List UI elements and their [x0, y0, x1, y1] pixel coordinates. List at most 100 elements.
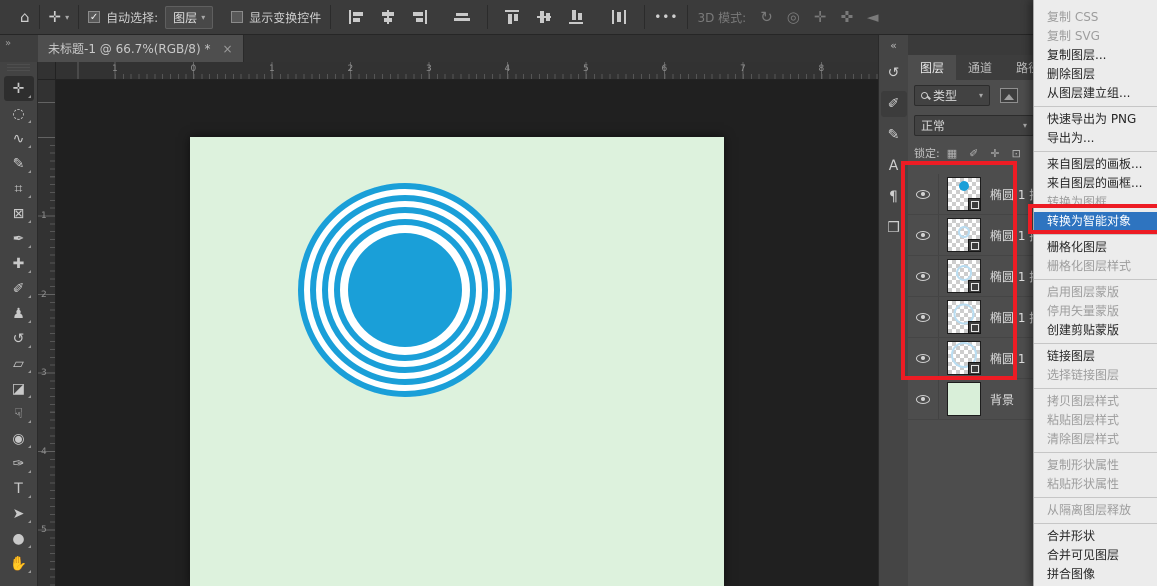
- close-tab-icon[interactable]: ×: [222, 42, 232, 56]
- layer-thumbnail[interactable]: [947, 300, 981, 334]
- lasso-tool[interactable]: ∿: [4, 126, 34, 151]
- path-selection-tool[interactable]: ➤: [4, 501, 34, 526]
- menu-item[interactable]: 来自图层的画框...: [1034, 174, 1157, 193]
- visibility-cell[interactable]: [908, 215, 939, 255]
- lock-position-icon[interactable]: ✛: [990, 147, 999, 160]
- eye-icon[interactable]: [916, 271, 930, 281]
- frame-tool[interactable]: ⊠: [4, 201, 34, 226]
- layer-thumbnail[interactable]: [947, 218, 981, 252]
- align-bottom-edges-icon[interactable]: [569, 10, 585, 24]
- show-transform-checkbox[interactable]: [231, 11, 244, 23]
- eye-icon[interactable]: [916, 230, 930, 240]
- distribute-horizontal-icon[interactable]: [611, 10, 627, 24]
- menu-item[interactable]: 栅格化图层: [1034, 238, 1157, 257]
- brushes-panel-icon[interactable]: ✎: [881, 122, 907, 148]
- menu-item[interactable]: 链接图层: [1034, 347, 1157, 366]
- align-top-edges-icon[interactable]: [505, 10, 521, 24]
- align-right-edges-icon[interactable]: [412, 10, 428, 24]
- home-icon[interactable]: ⌂: [20, 9, 30, 25]
- horizontal-ruler[interactable]: 1 0 1 2 3 4 5 6 7 8: [56, 62, 878, 80]
- slide-3d-icon[interactable]: ✜: [840, 9, 853, 25]
- visibility-cell[interactable]: [908, 379, 939, 419]
- dodge-tool[interactable]: ◉: [4, 426, 34, 451]
- 3d-panel-icon[interactable]: ❒: [881, 215, 907, 241]
- visibility-cell[interactable]: [908, 256, 939, 296]
- pen-tool[interactable]: ✑: [4, 451, 34, 476]
- camera-3d-icon[interactable]: ◄: [867, 9, 879, 25]
- auto-select-target-dropdown[interactable]: 图层 ▾: [165, 5, 214, 29]
- align-center-icon[interactable]: [454, 10, 471, 24]
- menu-item[interactable]: 拷贝图层样式: [1034, 392, 1157, 411]
- eye-icon[interactable]: [916, 189, 930, 199]
- menu-item[interactable]: 复制 CSS: [1034, 8, 1157, 27]
- move-tool-icon[interactable]: ✛: [49, 9, 62, 25]
- roll-3d-icon[interactable]: ◎: [787, 9, 800, 25]
- image-filter-icon[interactable]: [1000, 87, 1019, 103]
- character-panel-icon[interactable]: A: [881, 153, 907, 179]
- menu-item[interactable]: 粘贴形状属性: [1034, 475, 1157, 494]
- history-panel-icon[interactable]: ↺: [881, 60, 907, 86]
- menu-item[interactable]: 复制图层...: [1034, 46, 1157, 65]
- eye-icon[interactable]: [916, 353, 930, 363]
- orbit-3d-icon[interactable]: ↻: [760, 9, 773, 25]
- type-tool[interactable]: T: [4, 476, 34, 501]
- layer-thumbnail[interactable]: [947, 177, 981, 211]
- align-horizontal-centers-icon[interactable]: [380, 10, 396, 24]
- lock-transparent-pixels-icon[interactable]: ▦: [947, 147, 957, 160]
- eye-icon[interactable]: [916, 312, 930, 322]
- menu-item[interactable]: 导出为...: [1034, 129, 1157, 148]
- clone-stamp-tool[interactable]: ♟: [4, 301, 34, 326]
- layer-thumbnail[interactable]: [947, 259, 981, 293]
- layer-thumbnail[interactable]: [947, 341, 981, 375]
- elliptical-marquee-tool[interactable]: ◌: [4, 101, 34, 126]
- align-left-edges-icon[interactable]: [348, 10, 364, 24]
- menu-item[interactable]: 复制形状属性: [1034, 456, 1157, 475]
- menu-item[interactable]: 从隔离图层释放: [1034, 501, 1157, 520]
- menu-item[interactable]: 快速导出为 PNG: [1034, 110, 1157, 129]
- eraser-tool[interactable]: ▱: [4, 351, 34, 376]
- menu-item[interactable]: 粘贴图层样式: [1034, 411, 1157, 430]
- crop-tool[interactable]: ⌗: [4, 176, 34, 201]
- history-brush-tool[interactable]: ↺: [4, 326, 34, 351]
- brush-tool[interactable]: ✐: [4, 276, 34, 301]
- gradient-tool[interactable]: ◪: [4, 376, 34, 401]
- align-vertical-centers-icon[interactable]: [537, 10, 553, 24]
- smudge-tool[interactable]: ☟: [4, 401, 34, 426]
- menu-item[interactable]: 拼合图像: [1034, 565, 1157, 584]
- panel-tab-图层[interactable]: 图层: [908, 55, 957, 80]
- more-options-icon[interactable]: •••: [654, 11, 678, 23]
- chevron-down-icon[interactable]: ▾: [65, 13, 69, 22]
- menu-item[interactable]: 转换为图框: [1034, 193, 1157, 212]
- paragraph-panel-icon[interactable]: ¶: [881, 184, 907, 210]
- healing-brush-tool[interactable]: ✚: [4, 251, 34, 276]
- document-canvas[interactable]: [190, 137, 724, 586]
- menu-item[interactable]: 启用图层蒙版: [1034, 283, 1157, 302]
- menu-item[interactable]: 删除图层: [1034, 65, 1157, 84]
- menu-item[interactable]: 复制 SVG: [1034, 27, 1157, 46]
- hand-tool[interactable]: ✋: [4, 551, 34, 576]
- visibility-cell[interactable]: [908, 297, 939, 337]
- pan-3d-icon[interactable]: ✛: [814, 9, 827, 25]
- blend-mode-dropdown[interactable]: 正常 ▾: [914, 114, 1034, 136]
- collapse-panels-icon[interactable]: «: [879, 35, 908, 55]
- document-tab[interactable]: 未标题-1 @ 66.7%(RGB/8) * ×: [38, 35, 244, 62]
- menu-item[interactable]: 创建剪贴蒙版: [1034, 321, 1157, 340]
- menu-item[interactable]: 选择链接图层: [1034, 366, 1157, 385]
- menu-item[interactable]: 栅格化图层样式: [1034, 257, 1157, 276]
- expand-panels-icon[interactable]: »: [5, 38, 11, 49]
- canvas-viewport[interactable]: [56, 80, 878, 586]
- vertical-ruler[interactable]: 1 2 3 4 5: [38, 80, 56, 586]
- visibility-cell[interactable]: [908, 338, 939, 378]
- auto-select-checkbox[interactable]: ✓: [88, 11, 101, 23]
- panel-tab-通道[interactable]: 通道: [956, 55, 1004, 80]
- eyedropper-tool[interactable]: ✒: [4, 226, 34, 251]
- menu-item[interactable]: 停用矢量蒙版: [1034, 302, 1157, 321]
- lock-image-pixels-icon[interactable]: ✐: [969, 147, 978, 160]
- menu-item[interactable]: 从图层建立组...: [1034, 84, 1157, 103]
- layer-thumbnail[interactable]: [947, 382, 981, 416]
- filter-type-dropdown[interactable]: 类型 ▾: [914, 84, 991, 106]
- lock-artboard-icon[interactable]: ⊡: [1012, 147, 1021, 160]
- move-tool[interactable]: ✛: [3, 76, 34, 101]
- eye-icon[interactable]: [916, 394, 930, 404]
- visibility-cell[interactable]: [908, 174, 939, 214]
